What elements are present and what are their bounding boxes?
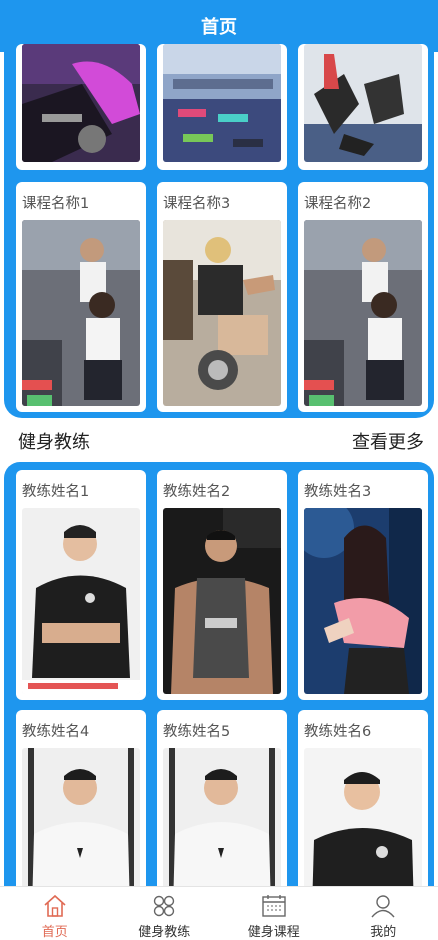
course-photo [22,44,140,162]
course-card-5[interactable]: 课程名称3 [157,182,287,412]
coach-name: 教练姓名4 [22,724,90,740]
bottom-tab-bar: 首页 健身教练 健身课程 我的 [0,886,438,940]
coach-name: 教练姓名3 [304,484,372,500]
course-card-2[interactable] [157,44,287,170]
coach-card-4[interactable]: 教练姓名4 [16,710,146,910]
tab-label: 我的 [370,925,397,940]
tab-me[interactable]: 我的 [329,887,438,940]
home-icon [44,894,66,917]
course-photo [22,220,140,406]
coach-card-6[interactable]: 教练姓名6 [298,710,428,910]
tab-label: 健身课程 [247,925,300,940]
coach-name: 教练姓名5 [163,724,231,740]
view-more-link[interactable]: 查看更多 [352,428,424,454]
course-card-3[interactable] [298,44,428,170]
course-card-1[interactable] [16,44,146,170]
tab-label: 首页 [41,925,68,940]
tab-label: 健身教练 [138,925,191,940]
coach-name: 教练姓名6 [304,724,372,740]
course-name: 课程名称1 [22,196,90,212]
section-title: 健身教练 [18,432,90,453]
coaches-section-header: 健身教练 查看更多 [0,420,438,462]
course-photo [304,44,422,162]
coach-photo [304,508,422,694]
calendar-icon [262,895,286,917]
course-card-4[interactable]: 课程名称1 [16,182,146,412]
course-name: 课程名称3 [163,196,231,212]
user-icon [371,895,395,918]
course-photo [163,44,281,162]
tab-courses[interactable]: 健身课程 [219,887,329,940]
coach-card-3[interactable]: 教练姓名3 [298,470,428,700]
tab-coaches[interactable]: 健身教练 [110,887,220,940]
coach-photo [163,508,281,694]
coach-card-1[interactable]: 教练姓名1 [16,470,146,700]
coach-name: 教练姓名1 [22,484,90,500]
coach-photo [22,508,140,694]
course-photo [304,220,422,406]
course-name: 课程名称2 [304,196,372,212]
grid-icon [154,895,175,917]
courses-panel: 课程名称1 课程名称3 课程名称2 [4,44,434,418]
course-card-6[interactable]: 课程名称2 [298,182,428,412]
coaches-panel: 教练姓名1 教练姓名2 教练姓名3 教练姓名4 教练姓名5 教练姓名6 [4,462,434,910]
page-title: 首页 [201,17,237,38]
course-photo [163,220,281,406]
coach-card-5[interactable]: 教练姓名5 [157,710,287,910]
coach-card-2[interactable]: 教练姓名2 [157,470,287,700]
tab-home[interactable]: 首页 [0,887,110,940]
coach-name: 教练姓名2 [163,484,231,500]
